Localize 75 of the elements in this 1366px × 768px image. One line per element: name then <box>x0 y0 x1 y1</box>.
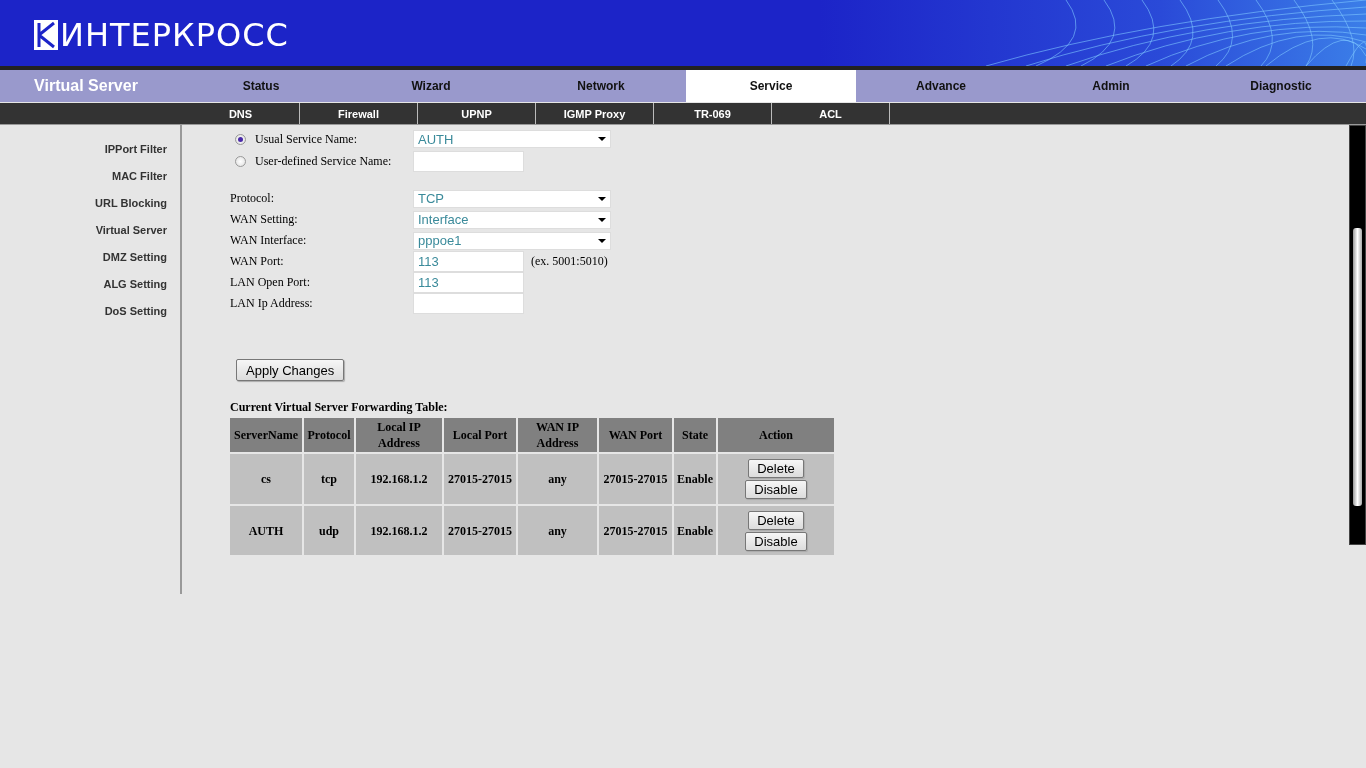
column-header: WAN IP Address <box>518 418 597 452</box>
row-action-button[interactable]: Delete <box>748 511 804 530</box>
table-cell: 27015-27015 <box>599 506 672 555</box>
nav-tab[interactable]: Wizard <box>346 70 516 102</box>
nav-tab[interactable]: Advance <box>856 70 1026 102</box>
hint-text: (ex. 5001:5010) <box>531 254 608 269</box>
sub-tab[interactable]: ACL <box>772 103 890 124</box>
nav-tab[interactable]: Network <box>516 70 686 102</box>
caret-icon <box>598 217 606 222</box>
table-cell: 27015-27015 <box>444 454 516 504</box>
page-title: Virtual Server <box>33 76 139 96</box>
nav-tab[interactable]: Admin <box>1026 70 1196 102</box>
sub-tab[interactable]: DNS <box>182 103 300 124</box>
table-cell: 192.168.1.2 <box>356 506 442 555</box>
nav-tab[interactable]: Diagnostic <box>1196 70 1366 102</box>
field-label: WAN Interface: <box>230 233 308 248</box>
table-cell: tcp <box>304 454 354 504</box>
table-cell: Enable <box>674 506 716 555</box>
sidebar-link[interactable]: Virtual Server <box>95 223 167 237</box>
table-cell: AUTH <box>230 506 302 555</box>
row-action-button[interactable]: Disable <box>745 480 807 499</box>
sidebar-link[interactable]: URL Blocking <box>95 196 167 210</box>
table-cell: cs <box>230 454 302 504</box>
table-title: Current Virtual Server Forwarding Table: <box>230 400 449 415</box>
sidebar-link[interactable]: DoS Setting <box>104 304 167 318</box>
field-label: LAN Open Port: <box>230 275 311 290</box>
dropdown[interactable]: pppoe1 <box>413 231 611 250</box>
sub-tab[interactable]: IGMP Proxy <box>536 103 654 124</box>
sub-tab[interactable]: TR-069 <box>654 103 772 124</box>
table-cell: 27015-27015 <box>444 506 516 555</box>
column-header: WAN Port <box>599 418 672 452</box>
dropdown[interactable]: Interface <box>413 210 611 229</box>
sidebar-link[interactable]: DMZ Setting <box>102 250 167 264</box>
caret-icon <box>598 196 606 201</box>
field-label: Protocol: <box>230 191 275 206</box>
input-field[interactable]: 113 <box>413 272 524 293</box>
sidebar-link[interactable]: MAC Filter <box>112 169 167 183</box>
radio-button[interactable] <box>235 133 246 145</box>
row-action-button[interactable]: Disable <box>745 532 807 551</box>
table-cell: 192.168.1.2 <box>356 454 442 504</box>
field-label: WAN Setting: <box>230 212 299 227</box>
column-header: Action <box>718 418 834 452</box>
table-cell: 27015-27015 <box>599 454 672 504</box>
input-field[interactable]: 113 <box>413 251 524 272</box>
sidebar-link[interactable]: IPPort Filter <box>104 142 167 156</box>
dropdown[interactable]: TCP <box>413 189 611 208</box>
sidebar-link[interactable]: ALG Setting <box>103 277 167 291</box>
field-label: LAN Ip Address: <box>230 296 314 311</box>
table-cell: any <box>518 454 597 504</box>
nav-tab[interactable]: Status <box>176 70 346 102</box>
input-field[interactable] <box>413 293 524 314</box>
input-field[interactable] <box>413 150 524 172</box>
scrollbar[interactable] <box>1349 125 1366 545</box>
caret-icon <box>598 238 606 243</box>
radio-button[interactable] <box>235 155 246 167</box>
logo-text: ИНТЕРКРОСС <box>60 18 289 52</box>
sub-tab[interactable]: UPNP <box>418 103 536 124</box>
column-header: Protocol <box>304 418 354 452</box>
column-header: State <box>674 418 716 452</box>
row-action-button[interactable]: Delete <box>748 459 804 478</box>
sub-tab[interactable]: Firewall <box>300 103 418 124</box>
column-header: Local Port <box>444 418 516 452</box>
field-label: WAN Port: <box>230 254 285 269</box>
caret-icon <box>598 137 606 141</box>
field-label: Usual Service Name: <box>255 131 357 147</box>
table-cell: any <box>518 506 597 555</box>
nav-tab[interactable]: Service <box>686 70 856 102</box>
column-header: ServerName <box>230 418 302 452</box>
field-label: User-defined Service Name: <box>255 153 392 169</box>
column-header: Local IP Address <box>356 418 442 452</box>
table-cell: Enable <box>674 454 716 504</box>
apply-changes-button[interactable]: Apply Changes <box>236 359 345 381</box>
table-cell: udp <box>304 506 354 555</box>
logo-icon <box>34 20 58 50</box>
dropdown[interactable]: AUTH <box>413 130 611 148</box>
